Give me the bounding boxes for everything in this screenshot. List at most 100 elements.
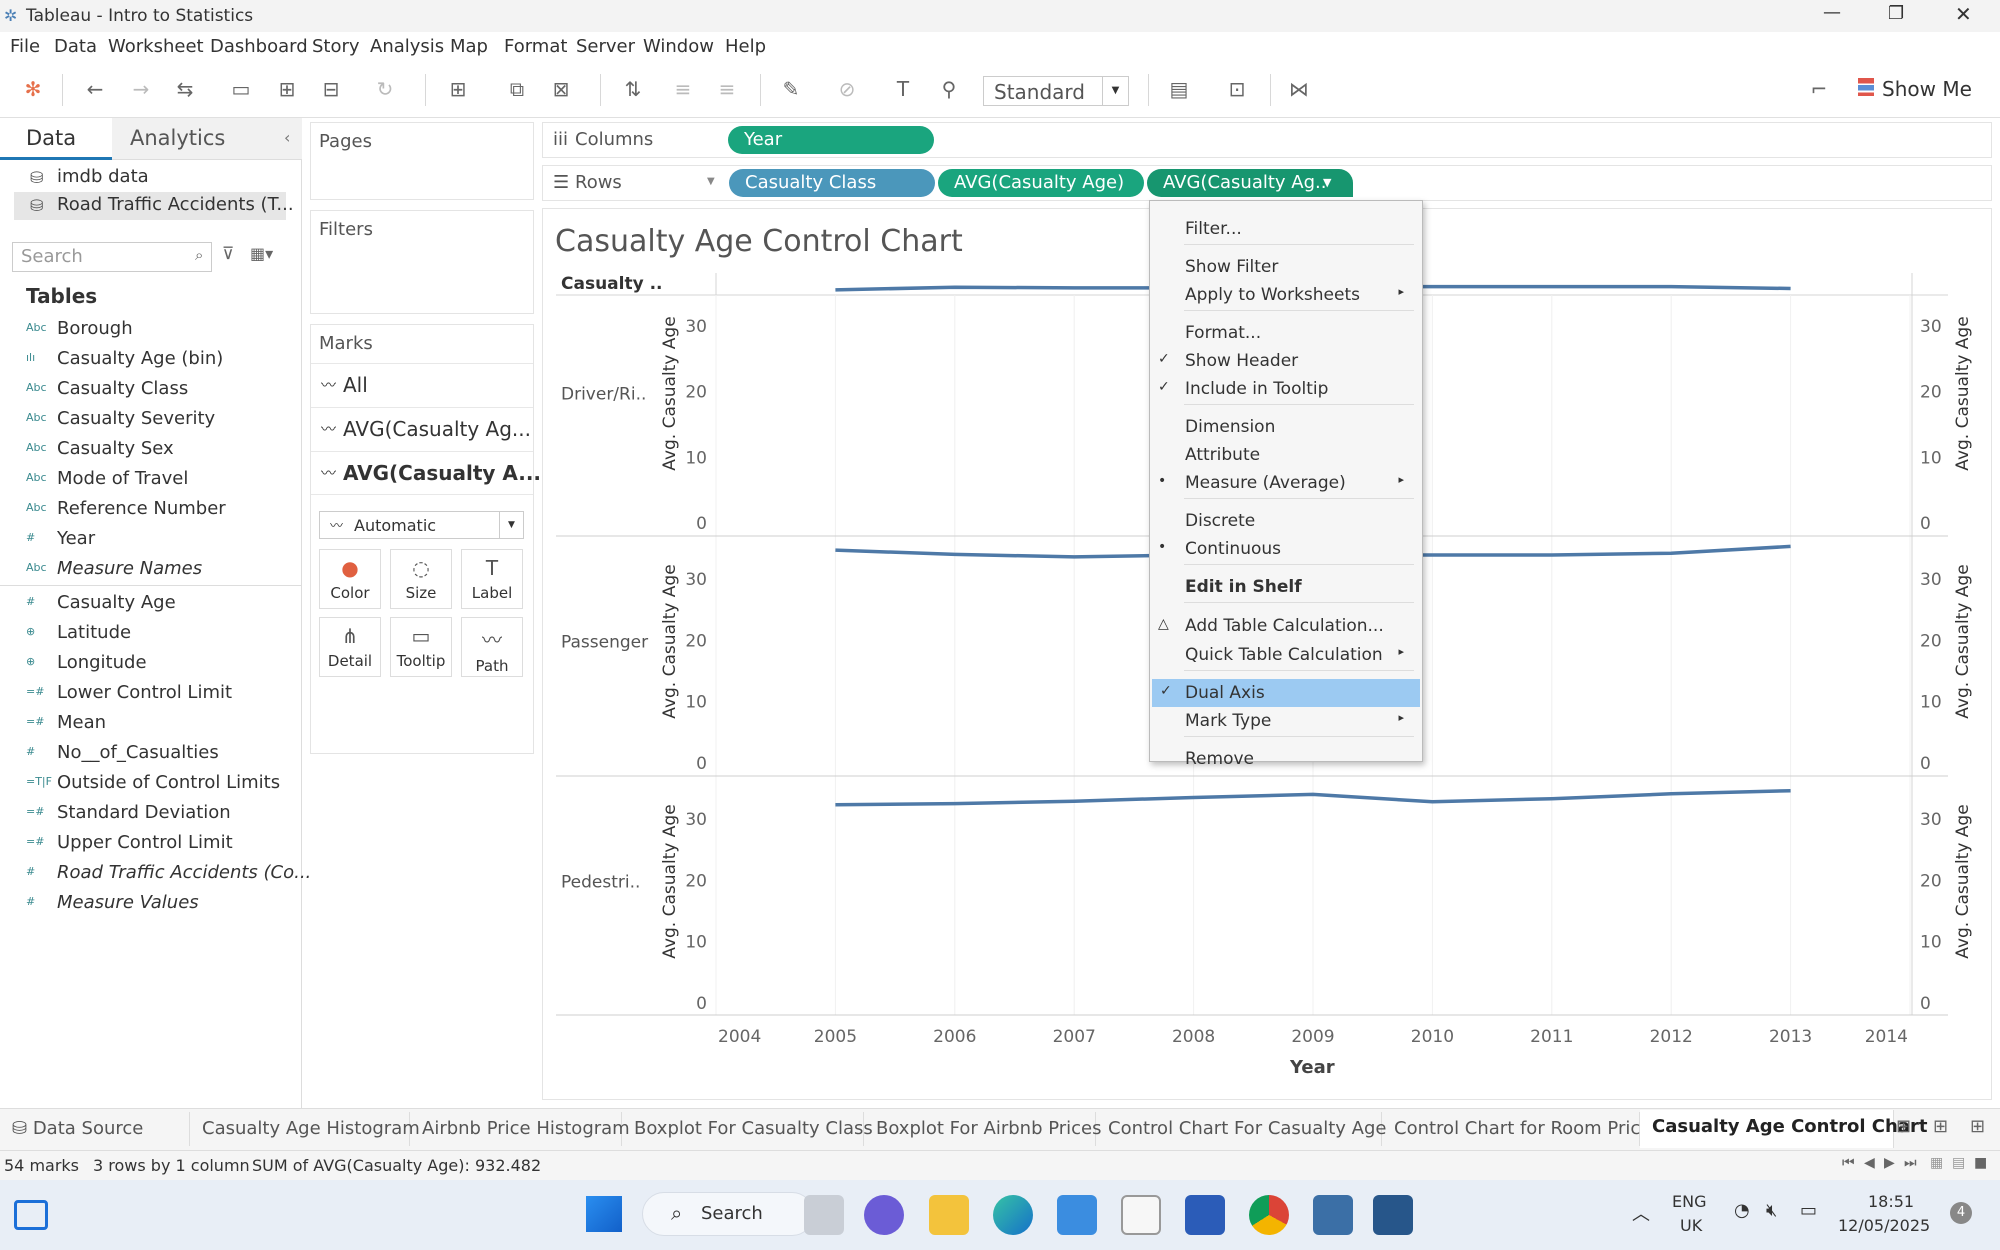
menu-item-label: Measure (Average) <box>1185 473 1346 493</box>
status-dims: 3 rows by 1 column <box>93 1156 250 1175</box>
menu-item-label: Discrete <box>1185 511 1256 531</box>
filmstrip-view-icon[interactable]: ▤ <box>1952 1155 1965 1171</box>
y-tick-label: 30 <box>685 810 707 830</box>
menu-item-label: Remove <box>1185 749 1254 769</box>
file-explorer-icon[interactable] <box>929 1195 969 1235</box>
menu-item-mark-type[interactable]: Mark Type ▸ <box>1150 707 1418 735</box>
menu-item-remove[interactable]: Remove <box>1150 745 1418 773</box>
first-sheet-icon[interactable]: ⏮ <box>1842 1155 1855 1171</box>
menu-item-label: Dimension <box>1185 417 1276 437</box>
menu-item-apply-to-worksheets[interactable]: Apply to Worksheets ▸ <box>1150 281 1418 309</box>
submenu-arrow-icon: ▸ <box>1398 473 1404 486</box>
grid-view-icon[interactable]: ▦ <box>1930 1155 1943 1171</box>
menu-item-label: Show Filter <box>1185 257 1279 277</box>
next-sheet-icon[interactable]: ▶ <box>1884 1155 1895 1171</box>
x-tick-label: 2014 <box>1865 1027 1908 1047</box>
tray-chevron-icon[interactable]: ︿ <box>1632 1200 1650 1226</box>
x-tick-label: 2010 <box>1411 1027 1454 1047</box>
x-tick-label: 2007 <box>1053 1027 1096 1047</box>
sheet-tab-label: Casualty Age Histogram <box>202 1118 420 1139</box>
menu-separator <box>1184 564 1414 565</box>
last-sheet-icon[interactable]: ⏭ <box>1904 1155 1917 1171</box>
word-icon[interactable] <box>1185 1195 1225 1235</box>
menu-item-filter[interactable]: Filter... <box>1150 215 1418 243</box>
menu-item-dimension[interactable]: Dimension <box>1150 413 1418 441</box>
x-tick-label: 2004 <box>718 1027 761 1047</box>
y-tick-label: 30 <box>685 570 707 590</box>
notepad-icon[interactable] <box>1121 1195 1161 1235</box>
task-view-icon[interactable] <box>804 1195 844 1235</box>
tabs-view-icon[interactable]: ■ <box>1974 1155 1987 1171</box>
sheet-tab[interactable]: Control Chart for Room Price <box>1382 1112 1651 1146</box>
sheet-tab[interactable]: Control Chart For Casualty Age <box>1096 1112 1386 1146</box>
y2-tick-label: 20 <box>1920 631 1942 651</box>
clock-date[interactable]: 12/05/2025 <box>1838 1216 1930 1235</box>
submenu-arrow-icon: ▸ <box>1398 711 1404 724</box>
delta-icon: △ <box>1158 616 1169 632</box>
row-header-label: Pedestri.. <box>561 873 640 893</box>
taskbar-search[interactable]: ⌕ Search <box>642 1192 814 1236</box>
row-header-label: Driver/Ri.. <box>561 385 646 405</box>
y2-tick-label: 0 <box>1920 754 1931 774</box>
y-tick-label: 0 <box>696 754 707 774</box>
menu-item-dual-axis[interactable]: ✓ Dual Axis <box>1152 679 1420 707</box>
clock-time[interactable]: 18:51 <box>1868 1192 1914 1211</box>
menu-item-show-header[interactable]: ✓ Show Header <box>1150 347 1418 375</box>
tableau-prep-icon[interactable] <box>1313 1195 1353 1235</box>
new-story-tab-icon[interactable]: ⊞ <box>1970 1116 1985 1137</box>
x-tick-label: 2008 <box>1172 1027 1215 1047</box>
sheet-tab-label: Boxplot For Airbnb Prices <box>876 1118 1102 1139</box>
menu-item-include-in-tooltip[interactable]: ✓ Include in Tooltip <box>1150 375 1418 403</box>
sheet-tab[interactable]: Boxplot For Casualty Class <box>622 1112 873 1146</box>
menu-item-label: Apply to Worksheets <box>1185 285 1360 305</box>
sheet-tab-label: Airbnb Price Histogram <box>422 1118 630 1139</box>
submenu-arrow-icon: ▸ <box>1398 645 1404 658</box>
region-label[interactable]: UK <box>1680 1216 1702 1235</box>
sheet-tab[interactable]: Casualty Age Histogram <box>190 1112 420 1146</box>
sheet-tab[interactable]: Airbnb Price Histogram <box>410 1112 630 1146</box>
context-menu: Filter... Show Filter Apply to Worksheets ▸… <box>1149 200 1423 769</box>
new-dashboard-tab-icon[interactable]: ⊞ <box>1933 1116 1948 1137</box>
menu-item-edit-in-shelf[interactable]: Edit in Shelf <box>1150 573 1418 601</box>
y-tick-label: 20 <box>685 631 707 651</box>
database-icon: ⛁ <box>12 1118 33 1139</box>
edge-icon[interactable] <box>993 1195 1033 1235</box>
tableau-desktop-icon[interactable] <box>1373 1195 1413 1235</box>
menu-item-show-filter[interactable]: Show Filter <box>1150 253 1418 281</box>
y-tick-label: 20 <box>685 383 707 403</box>
teams-icon[interactable] <box>864 1195 904 1235</box>
menu-separator <box>1184 244 1414 245</box>
language-label[interactable]: ENG <box>1672 1192 1706 1211</box>
chrome-icon[interactable] <box>1249 1195 1289 1235</box>
prev-sheet-icon[interactable]: ◀ <box>1864 1155 1875 1171</box>
battery-icon[interactable]: ▭ <box>1800 1200 1817 1221</box>
menu-item-add-table-calculation[interactable]: △ Add Table Calculation... <box>1150 612 1418 640</box>
menu-item-measure-average[interactable]: • Measure (Average) ▸ <box>1150 469 1418 497</box>
menu-item-label: Add Table Calculation... <box>1185 616 1384 636</box>
volume-muted-icon[interactable]: 🔇︎ <box>1766 1200 1777 1221</box>
row-header-label: Passenger <box>561 633 648 653</box>
tab-data-source[interactable]: ⛁ Data Source <box>0 1112 190 1146</box>
y-tick-label: 10 <box>685 693 707 713</box>
y-tick-label: 30 <box>685 317 707 337</box>
windows-start-icon[interactable] <box>586 1196 622 1232</box>
store-icon[interactable] <box>1057 1195 1097 1235</box>
menu-item-continuous[interactable]: • Continuous <box>1150 535 1418 563</box>
menu-item-format[interactable]: Format... <box>1150 319 1418 347</box>
menu-item-quick-table-calculation[interactable]: Quick Table Calculation ▸ <box>1150 641 1418 669</box>
sheet-tab[interactable]: Casualty Age Control Chart <box>1640 1110 1927 1148</box>
x-tick-label: 2012 <box>1650 1027 1693 1047</box>
menu-item-label: Continuous <box>1185 539 1282 559</box>
notification-badge[interactable]: 4 <box>1950 1202 1972 1224</box>
x-tick-label: 2005 <box>814 1027 857 1047</box>
new-worksheet-tab-icon[interactable]: ⊞ <box>1896 1116 1911 1137</box>
menu-item-label: Quick Table Calculation <box>1185 645 1383 665</box>
menu-item-attribute[interactable]: Attribute <box>1150 441 1418 469</box>
wifi-icon[interactable]: ◔ <box>1734 1200 1750 1221</box>
widgets-icon[interactable] <box>14 1200 48 1230</box>
menu-item-label: Mark Type <box>1185 711 1272 731</box>
y2-tick-label: 30 <box>1920 570 1942 590</box>
menu-item-discrete[interactable]: Discrete <box>1150 507 1418 535</box>
sheet-tab-label: Casualty Age Control Chart <box>1652 1116 1928 1137</box>
sheet-tab[interactable]: Boxplot For Airbnb Prices <box>864 1112 1102 1146</box>
